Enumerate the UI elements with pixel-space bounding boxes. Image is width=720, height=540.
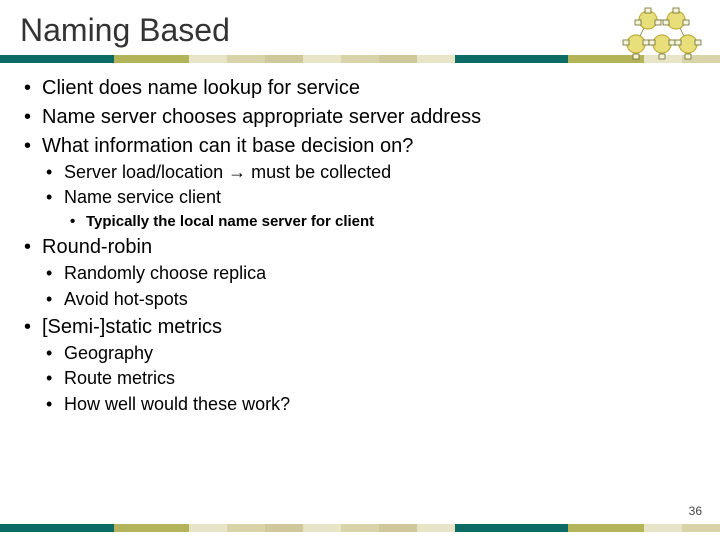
network-diagram-icon: [618, 6, 706, 62]
bullet: Round-robin Randomly choose replica Avoi…: [20, 234, 700, 311]
sub-bullet: Server load/location → must be collected: [42, 161, 700, 184]
bullet-text: Server load/location → must be collected: [64, 162, 391, 182]
bullet-text: How well would these work?: [64, 394, 290, 414]
bullet-text: [Semi-]static metrics: [42, 316, 222, 338]
bullet-text: Geography: [64, 343, 153, 363]
title-stripe: [0, 55, 720, 63]
bullet-text: Randomly choose replica: [64, 263, 266, 283]
bullet-text: Avoid hot-spots: [64, 289, 188, 309]
bullet: Name server chooses appropriate server a…: [20, 104, 700, 130]
bullet-text: Typically the local name server for clie…: [86, 213, 374, 230]
sub-sub-bullet: Typically the local name server for clie…: [64, 212, 700, 232]
sub-bullet: Avoid hot-spots: [42, 288, 700, 311]
sub-bullet: Geography: [42, 342, 700, 365]
bullet: What information can it base decision on…: [20, 133, 700, 231]
bullet-text: What information can it base decision on…: [42, 135, 413, 157]
footer-stripe: [0, 524, 720, 532]
sub-bullet: Route metrics: [42, 367, 700, 390]
bullet-text: Name service client: [64, 187, 221, 207]
sub-bullet: Randomly choose replica: [42, 262, 700, 285]
bullet-text: Client does name lookup for service: [42, 77, 360, 99]
slide: Naming Based Client does name lookup for…: [0, 0, 720, 540]
bullet-text: Route metrics: [64, 368, 175, 388]
bullet-text: Name server chooses appropriate server a…: [42, 106, 481, 128]
slide-body: Client does name lookup for service Name…: [0, 63, 720, 416]
bullet-text: Round-robin: [42, 236, 152, 258]
page-number: 36: [689, 504, 702, 518]
sub-bullet: Name service client Typically the local …: [42, 186, 700, 231]
sub-bullet: How well would these work?: [42, 393, 700, 416]
slide-title: Naming Based: [0, 12, 720, 49]
bullet: [Semi-]static metrics Geography Route me…: [20, 314, 700, 416]
bullet: Client does name lookup for service: [20, 75, 700, 101]
